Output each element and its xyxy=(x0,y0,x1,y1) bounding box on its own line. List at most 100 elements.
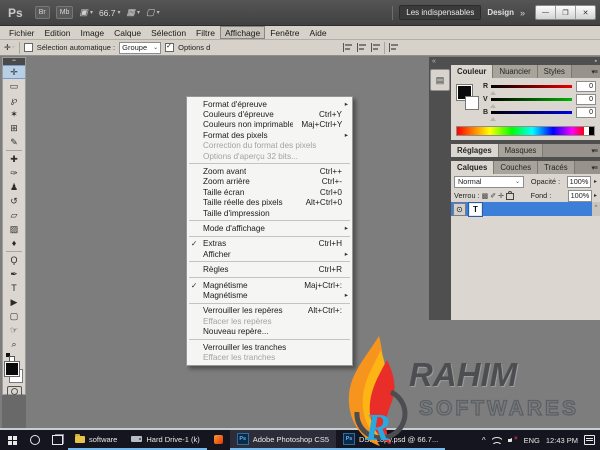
foreground-background-swatches[interactable] xyxy=(4,362,24,383)
menu-item-zoom-arriere[interactable]: Zoom arrièreCtrl+- xyxy=(187,177,352,187)
align-center-icon[interactable] xyxy=(356,43,367,52)
view-extras-button[interactable]: ▾ xyxy=(79,7,93,18)
menubar-item-calque[interactable]: Calque xyxy=(109,26,146,39)
arrange-documents-button[interactable]: ▾ xyxy=(127,7,141,18)
cortana-search-button[interactable] xyxy=(24,430,46,450)
eraser-tool[interactable]: ▱ xyxy=(3,208,25,222)
language-indicator[interactable]: ENG xyxy=(524,436,540,445)
tab-couches[interactable]: Couches xyxy=(494,161,538,174)
path-selection-tool[interactable]: ▶ xyxy=(3,295,25,309)
clone-stamp-tool[interactable]: ♟ xyxy=(3,180,25,194)
menu-item-couleurs-non-imprimables[interactable]: Couleurs non imprimablesMaj+Ctrl+Y xyxy=(187,120,352,130)
blend-mode-dropdown[interactable]: Normal⌄ xyxy=(454,176,524,188)
minimize-button[interactable]: — xyxy=(536,6,555,19)
clock[interactable]: 12:43 PM xyxy=(546,436,578,445)
start-button[interactable] xyxy=(0,430,24,450)
tab-masques[interactable]: Masques xyxy=(499,144,544,157)
menu-item-afficher[interactable]: Afficher▸ xyxy=(187,249,352,259)
background-color-swatch[interactable] xyxy=(465,96,479,110)
taskbar-app-item[interactable] xyxy=(207,430,230,450)
hand-tool[interactable]: ☞ xyxy=(3,323,25,337)
move-tool[interactable]: ✛ xyxy=(3,65,25,79)
tab-traces[interactable]: Tracés xyxy=(538,161,575,174)
menu-item-effacer-les-tranches[interactable]: Effacer les tranches xyxy=(187,352,352,362)
slider-track[interactable] xyxy=(491,98,572,101)
menu-item-regles[interactable]: RèglesCtrl+R xyxy=(187,264,352,274)
fill-spinner-icon[interactable]: ▸ xyxy=(594,192,597,199)
menu-item-format-d-epreuve[interactable]: Format d'épreuve▸ xyxy=(187,99,352,109)
menu-item-taille-ecran[interactable]: Taille écranCtrl+0 xyxy=(187,187,352,197)
black-chip[interactable] xyxy=(589,127,594,135)
menu-item-magnetisme[interactable]: Magnétisme▸ xyxy=(187,290,352,300)
auto-select-checkbox[interactable] xyxy=(24,43,33,52)
taskbar-app-hard-drive-1-k[interactable]: Hard Drive-1 (k) xyxy=(124,430,206,450)
lock-all-icon[interactable] xyxy=(506,193,514,200)
volume-muted-icon[interactable]: × xyxy=(508,436,518,444)
menu-item-effacer-les-reperes[interactable]: Effacer les repères xyxy=(187,316,352,326)
color-spectrum-ramp[interactable] xyxy=(456,126,595,136)
history-panel-icon[interactable]: ▤ xyxy=(430,69,450,91)
menu-item-nouveau-repere[interactable]: Nouveau repère... xyxy=(187,326,352,336)
bridge-button[interactable]: Br xyxy=(35,6,50,19)
taskbar-app-software[interactable]: software xyxy=(68,430,124,450)
menubar-item-aide[interactable]: Aide xyxy=(305,26,332,39)
taskbar-app-adobe-photoshop-cs5[interactable]: PsAdobe Photoshop CS5 xyxy=(230,430,336,450)
workspace-essentials-button[interactable]: Les indispensables xyxy=(399,5,481,20)
lasso-tool[interactable]: ℘ xyxy=(3,93,25,107)
shape-tool[interactable]: ▢ xyxy=(3,309,25,323)
pen-tool[interactable]: ✒ xyxy=(3,267,25,281)
panel-menu-icon[interactable] xyxy=(591,161,600,174)
tray-expand-icon[interactable]: ^ xyxy=(482,436,486,445)
restore-button[interactable]: ❐ xyxy=(555,6,575,19)
move-tool-preset-icon[interactable]: ▾ xyxy=(4,43,15,52)
menu-item-extras[interactable]: ✓ExtrasCtrl+H xyxy=(187,239,352,249)
text-layer-thumbnail[interactable]: T xyxy=(469,203,482,216)
menu-item-options-d-apercu-32-bits[interactable]: Options d'aperçu 32 bits... xyxy=(187,151,352,161)
taskbar-app-dsf-copy-psd-66-7[interactable]: PsDSF copy.psd @ 66.7... xyxy=(336,430,445,450)
menu-item-correction-du-format-des-pixels[interactable]: Correction du format des pixels xyxy=(187,141,352,151)
history-brush-tool[interactable]: ↺ xyxy=(3,194,25,208)
menubar-item-selection[interactable]: Sélection xyxy=(146,26,191,39)
tab-nuancier[interactable]: Nuancier xyxy=(493,65,537,78)
scroll-up-icon[interactable] xyxy=(592,202,600,216)
panel-menu-icon[interactable] xyxy=(591,65,600,78)
menubar-item-image[interactable]: Image xyxy=(76,26,110,39)
menu-item-verrouiller-les-reperes[interactable]: Verrouiller les repèresAlt+Ctrl+: xyxy=(187,306,352,316)
slider-track[interactable] xyxy=(491,85,572,88)
menu-item-taille-reelle-des-pixels[interactable]: Taille réelle des pixelsAlt+Ctrl+0 xyxy=(187,198,352,208)
slider-value[interactable]: 0 xyxy=(576,94,596,105)
opacity-value[interactable]: 100% xyxy=(567,176,591,188)
default-colors-icon[interactable] xyxy=(6,353,15,361)
menu-item-couleurs-d-epreuve[interactable]: Couleurs d'épreuveCtrl+Y xyxy=(187,109,352,119)
lock-position-icon[interactable] xyxy=(498,192,504,200)
menu-item-magnetisme[interactable]: ✓MagnétismeMaj+Ctrl+: xyxy=(187,280,352,290)
menu-item-taille-d-impression[interactable]: Taille d'impression xyxy=(187,208,352,218)
distribute-icon[interactable] xyxy=(388,43,399,52)
menubar-item-filtre[interactable]: Filtre xyxy=(191,26,220,39)
layer-visibility-eye-icon[interactable] xyxy=(453,203,466,216)
workspace-overflow-button[interactable]: » xyxy=(520,8,525,18)
zoom-level-button[interactable]: 66.7▾ xyxy=(99,8,121,18)
brush-tool[interactable]: ✑ xyxy=(3,166,25,180)
zoom-tool[interactable]: ⌕ xyxy=(3,337,25,351)
eyedropper-tool[interactable]: ✎ xyxy=(3,135,25,149)
dodge-tool[interactable]: Ϙ xyxy=(3,253,25,267)
blur-tool[interactable]: ♦ xyxy=(3,236,25,250)
mini-bridge-button[interactable]: Mb xyxy=(56,6,74,19)
menubar-item-affichage[interactable]: Affichage xyxy=(220,26,265,39)
tab-styles[interactable]: Styles xyxy=(538,65,572,78)
wifi-icon[interactable] xyxy=(492,436,502,444)
tab-calques[interactable]: Calques xyxy=(451,161,494,174)
opacity-spinner-icon[interactable]: ▸ xyxy=(594,178,597,185)
slider-value[interactable]: 0 xyxy=(576,107,596,118)
task-view-button[interactable] xyxy=(46,430,68,450)
fill-value[interactable]: 100% xyxy=(568,190,592,202)
crop-tool[interactable]: ⊞ xyxy=(3,121,25,135)
menu-item-format-des-pixels[interactable]: Format des pixels▸ xyxy=(187,130,352,140)
screen-mode-button[interactable]: ▾ xyxy=(146,7,160,18)
quick-selection-tool[interactable]: ✶ xyxy=(3,107,25,121)
menu-item-zoom-avant[interactable]: Zoom avantCtrl++ xyxy=(187,166,352,176)
panel-color-swatches[interactable] xyxy=(457,85,479,109)
dock-menu-icon[interactable]: ▪ xyxy=(595,58,597,65)
auto-select-dropdown[interactable]: Groupe⌄ xyxy=(119,42,161,54)
